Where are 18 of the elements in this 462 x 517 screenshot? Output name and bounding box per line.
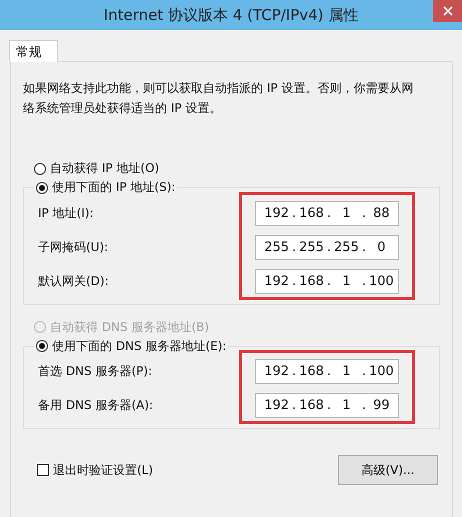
- ip-address-field[interactable]: 192 . 168 . 1 . 100: [255, 268, 399, 294]
- field-label: 子网掩码(U):: [38, 238, 109, 256]
- ip-address-field[interactable]: 192 . 168 . 1 . 99: [255, 393, 399, 418]
- radio-option[interactable]: 自动获得 IP 地址(O): [23, 160, 160, 177]
- close-icon: [442, 6, 452, 16]
- advanced-button[interactable]: 高级(V)...: [338, 455, 438, 485]
- ip-address-field[interactable]: 255 . 255 . 255 . 0: [255, 234, 399, 260]
- ip-address-field[interactable]: 192 . 168 . 1 . 88: [255, 200, 399, 226]
- field-label: 备用 DNS 服务器(A):: [38, 397, 154, 414]
- tab[interactable]: 常规: [9, 40, 58, 62]
- window-title: Internet 协议版本 4 (TCP/IPv4) 属性: [104, 6, 358, 24]
- close-button[interactable]: [433, 0, 462, 22]
- ip-address-field[interactable]: 192 . 168 . 1 . 100: [255, 359, 399, 384]
- field-label: 默认网关(D):: [38, 272, 109, 290]
- radio-label: 自动获得 IP 地址(O): [50, 160, 160, 177]
- field-label: 首选 DNS 服务器(P):: [38, 363, 154, 380]
- description-text: 如果网络支持此功能，则可以获取自动指派的 IP 设置。否则，你需要从网络系统管理员处获得适当的 IP 设置。: [23, 80, 414, 117]
- field-label: IP 地址(I):: [38, 204, 95, 222]
